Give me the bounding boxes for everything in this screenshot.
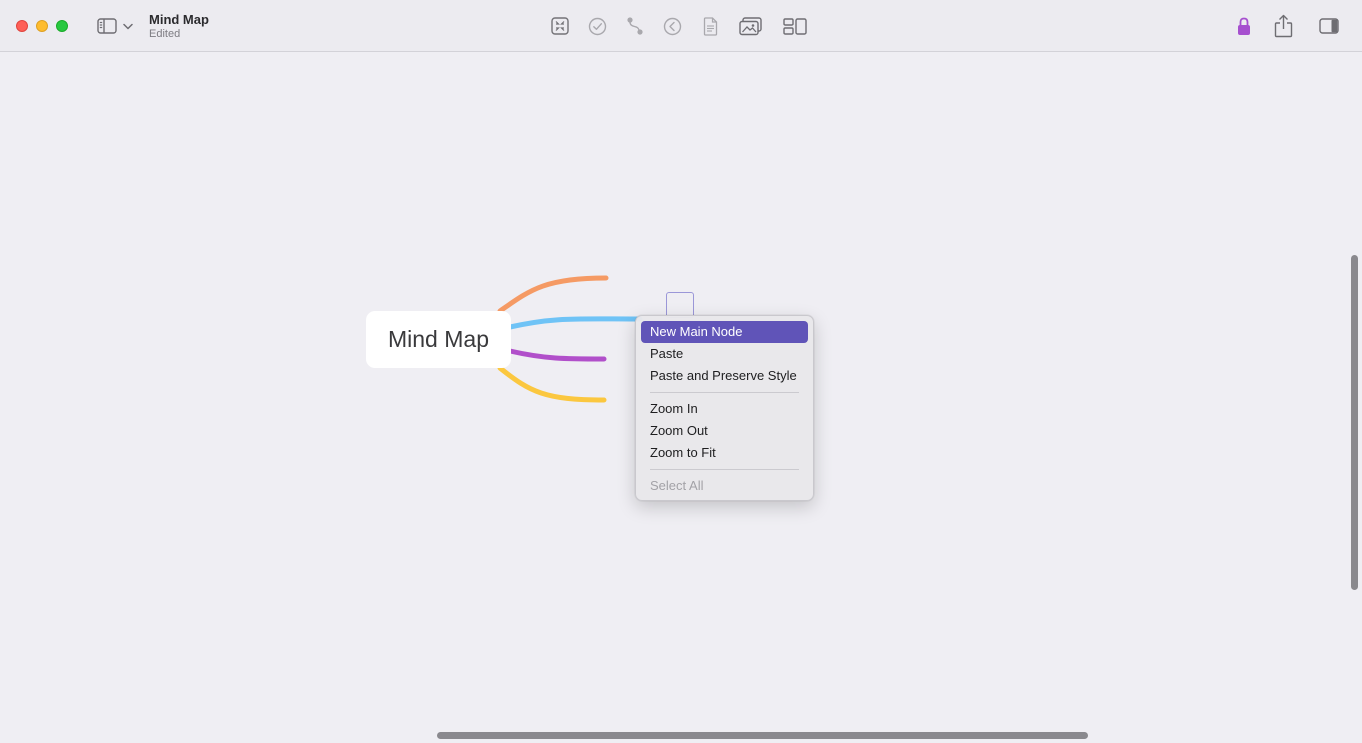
task-button[interactable] [587, 16, 607, 36]
menu-item-paste[interactable]: Paste [641, 343, 808, 365]
share-button[interactable] [1272, 13, 1294, 39]
layout-icon [782, 17, 807, 35]
image-button[interactable] [738, 15, 762, 37]
inspector-icon [1319, 18, 1339, 34]
inspector-toggle-button[interactable] [1318, 16, 1340, 36]
close-window-button[interactable] [16, 20, 28, 32]
menu-separator [650, 392, 799, 393]
menu-item-zoom-to-fit[interactable]: Zoom to Fit [641, 442, 808, 464]
lock-button[interactable] [1235, 15, 1253, 37]
horizontal-scrollbar[interactable] [437, 732, 1088, 739]
connection-button[interactable] [625, 15, 645, 37]
vertical-scrollbar[interactable] [1351, 255, 1358, 590]
menu-separator [650, 469, 799, 470]
note-button[interactable] [701, 15, 719, 37]
document-icon [703, 16, 717, 36]
menu-item-new-main-node[interactable]: New Main Node [641, 321, 808, 343]
context-menu: New Main Node Paste Paste and Preserve S… [635, 315, 814, 501]
layout-button[interactable] [782, 16, 807, 36]
document-title: Mind Map [149, 12, 209, 27]
focus-icon [551, 17, 569, 35]
menu-item-select-all: Select All [650, 478, 704, 493]
back-icon [663, 17, 681, 35]
title-bar: Mind Map Edited [0, 0, 1362, 52]
sidebar-menu-button[interactable] [122, 20, 134, 32]
focus-button[interactable] [550, 16, 570, 36]
branch-yellow[interactable] [497, 365, 607, 403]
document-status: Edited [149, 28, 181, 40]
branch-purple[interactable] [507, 348, 607, 362]
share-icon [1274, 14, 1292, 38]
menu-item-paste-preserve-style[interactable]: Paste and Preserve Style [641, 365, 808, 387]
zoom-window-button[interactable] [56, 20, 68, 32]
checkmark-icon [588, 17, 606, 35]
minimize-window-button[interactable] [36, 20, 48, 32]
chevron-down-icon [123, 23, 133, 29]
back-button[interactable] [662, 16, 682, 36]
connection-icon [627, 17, 643, 35]
menu-item-zoom-in[interactable]: Zoom In [641, 398, 808, 420]
mind-map-canvas[interactable]: Mind Map New Main Node Paste Paste and P… [0, 52, 1362, 743]
image-icon [738, 16, 762, 35]
sidebar-icon [96, 17, 117, 34]
branch-blue[interactable] [507, 316, 643, 330]
sidebar-toggle-button[interactable] [96, 16, 117, 35]
branch-orange[interactable] [497, 275, 609, 314]
menu-item-zoom-out[interactable]: Zoom Out [641, 420, 808, 442]
main-node[interactable]: Mind Map [366, 311, 511, 368]
lock-icon [1238, 17, 1250, 35]
